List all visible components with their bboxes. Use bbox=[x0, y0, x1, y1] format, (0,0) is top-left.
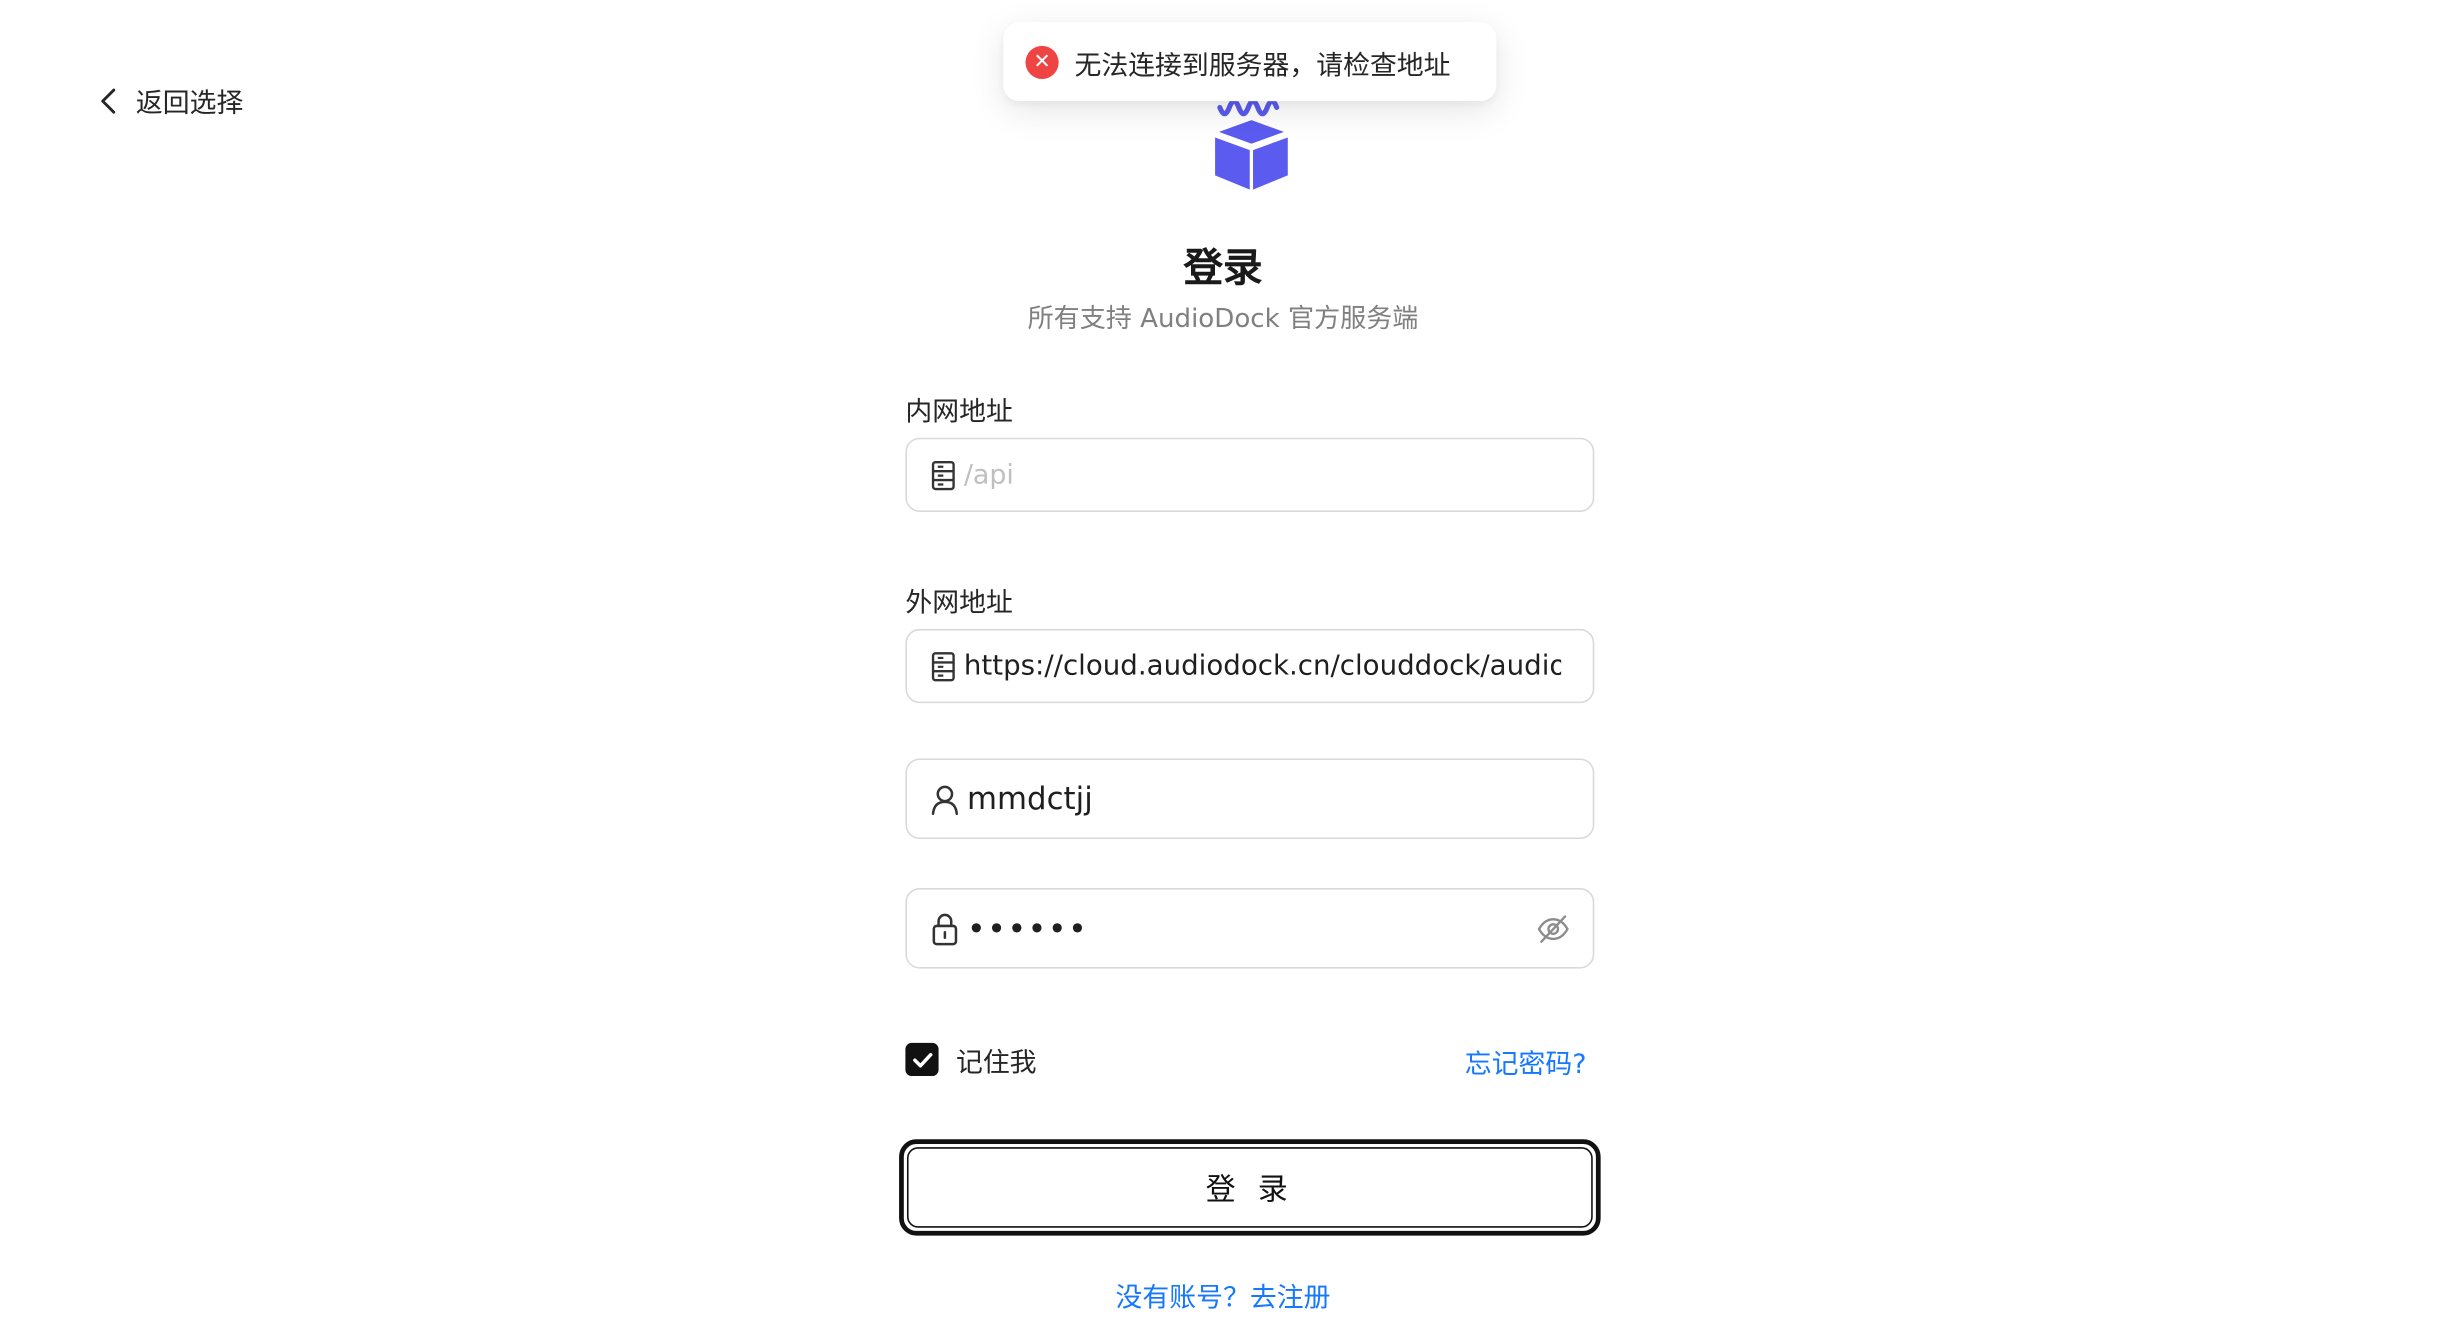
password-field[interactable]: •••••• bbox=[905, 888, 1595, 969]
remember-label: 记住我 bbox=[955, 1047, 1037, 1080]
password-input[interactable]: •••••• bbox=[967, 909, 1088, 947]
remember-checkbox[interactable] bbox=[905, 1042, 939, 1077]
username-input[interactable]: mmdctjj bbox=[967, 781, 1093, 817]
chevron-left-icon bbox=[98, 86, 120, 114]
toast-message: 无法连接到服务器，请检查地址 bbox=[1074, 49, 1451, 82]
external-address-label: 外网地址 bbox=[905, 587, 1013, 620]
page-subtitle: 所有支持 AudioDock 官方服务端 bbox=[1027, 303, 1419, 334]
server-icon bbox=[929, 650, 957, 682]
user-icon bbox=[929, 783, 961, 815]
lock-icon bbox=[929, 911, 961, 946]
app-logo bbox=[1204, 92, 1299, 203]
server-icon bbox=[929, 459, 957, 491]
error-icon: ✕ bbox=[1025, 45, 1059, 79]
forgot-password-link[interactable]: 忘记密码? bbox=[1465, 1041, 1587, 1081]
login-button[interactable]: 登 录 bbox=[899, 1139, 1601, 1236]
internal-address-label: 内网地址 bbox=[905, 396, 1013, 429]
login-button-label: 登 录 bbox=[906, 1147, 1593, 1228]
back-button[interactable]: 返回选择 bbox=[98, 81, 244, 121]
eye-off-icon[interactable] bbox=[1536, 913, 1571, 945]
external-address-input[interactable]: https://cloud.audiodock.cn/clouddock/aud… bbox=[964, 650, 1561, 682]
internal-address-input[interactable]: /api bbox=[964, 459, 1014, 491]
register-link[interactable]: 没有账号？去注册 bbox=[0, 1275, 2446, 1315]
error-toast: ✕ 无法连接到服务器，请检查地址 bbox=[1003, 22, 1497, 102]
internal-address-field[interactable]: /api bbox=[905, 437, 1595, 512]
back-label: 返回选择 bbox=[135, 88, 244, 121]
username-field[interactable]: mmdctjj bbox=[905, 758, 1595, 840]
external-address-field[interactable]: https://cloud.audiodock.cn/clouddock/aud… bbox=[905, 628, 1595, 704]
page-title: 登录 bbox=[1183, 244, 1263, 291]
remember-me[interactable]: 记住我 bbox=[905, 1040, 1037, 1080]
